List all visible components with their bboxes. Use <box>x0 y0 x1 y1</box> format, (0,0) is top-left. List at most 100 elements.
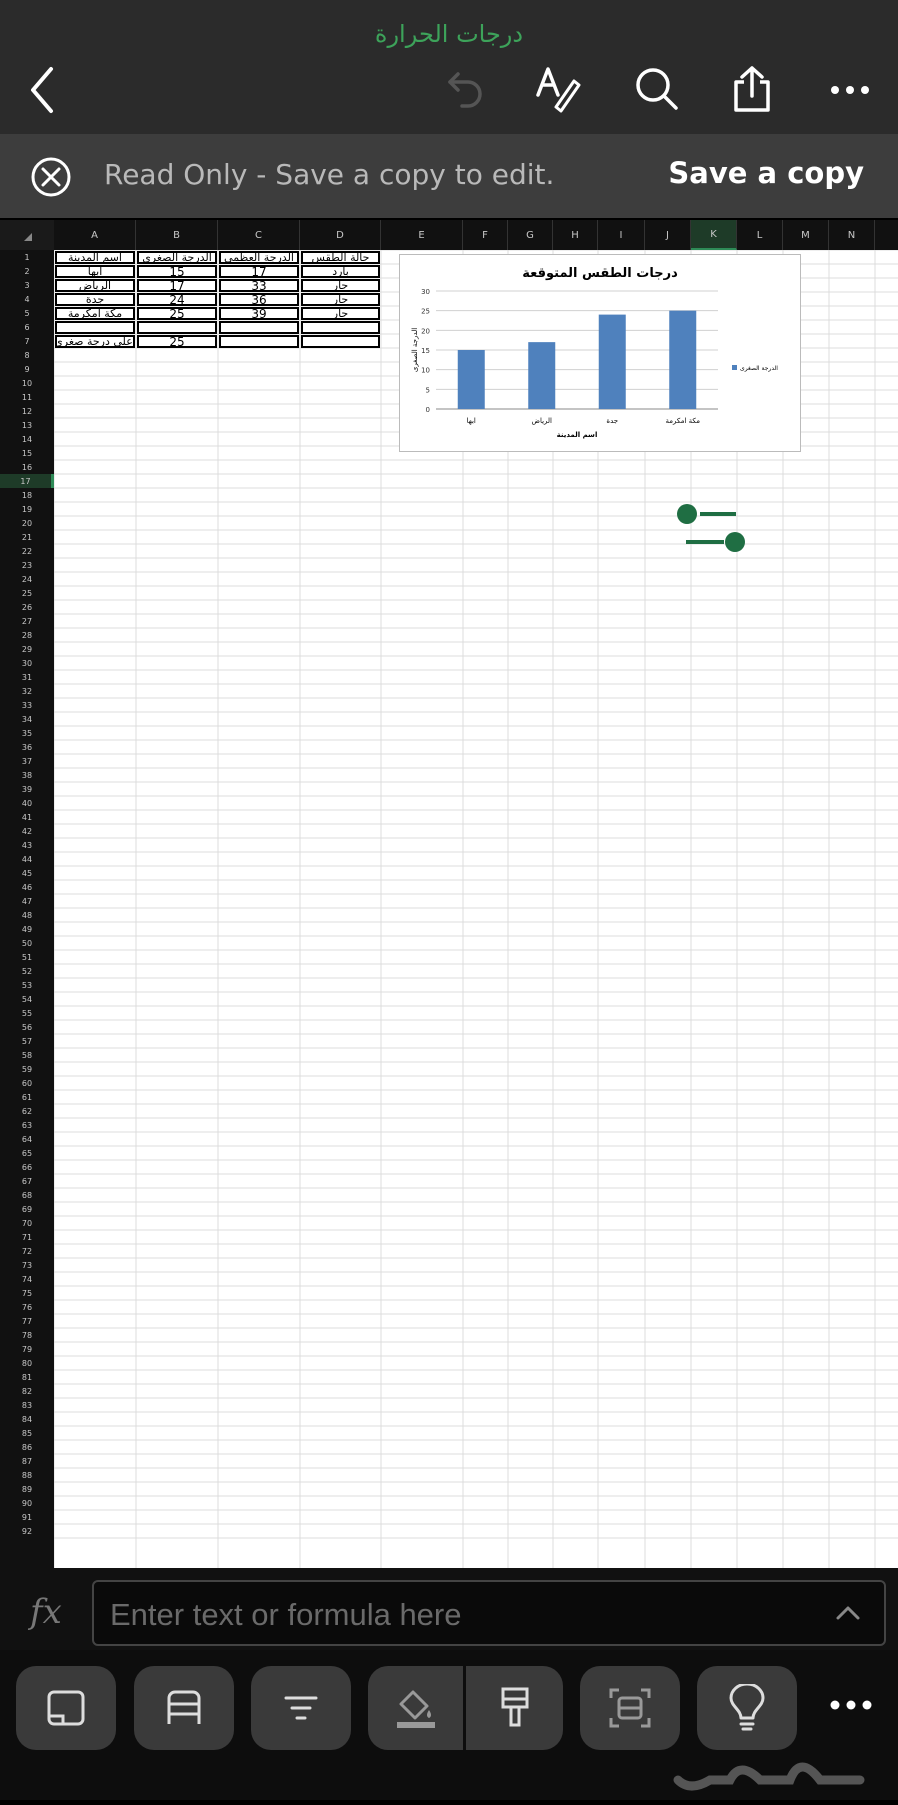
table-cell[interactable] <box>301 335 380 348</box>
row-header[interactable]: 30 <box>0 656 54 670</box>
row-header[interactable]: 7 <box>0 334 54 348</box>
row-header[interactable]: 5 <box>0 306 54 320</box>
row-header[interactable]: 38 <box>0 768 54 782</box>
row-header[interactable]: 42 <box>0 824 54 838</box>
row-header[interactable]: 60 <box>0 1076 54 1090</box>
row-header[interactable]: 31 <box>0 670 54 684</box>
row-header[interactable]: 91 <box>0 1510 54 1524</box>
column-header-i[interactable]: I <box>598 220 645 250</box>
row-header[interactable]: 27 <box>0 614 54 628</box>
row-header[interactable]: 51 <box>0 950 54 964</box>
formula-input[interactable] <box>108 1594 812 1636</box>
row-header[interactable]: 77 <box>0 1314 54 1328</box>
row-header[interactable]: 76 <box>0 1300 54 1314</box>
row-header[interactable]: 44 <box>0 852 54 866</box>
table-cell[interactable]: حار <box>301 293 380 306</box>
row-header[interactable]: 56 <box>0 1020 54 1034</box>
select-all-corner[interactable] <box>0 220 54 250</box>
formula-field[interactable] <box>92 1580 886 1646</box>
row-header[interactable]: 43 <box>0 838 54 852</box>
row-header[interactable]: 64 <box>0 1132 54 1146</box>
column-header-n[interactable]: N <box>829 220 875 250</box>
row-header[interactable]: 39 <box>0 782 54 796</box>
row-header[interactable]: 32 <box>0 684 54 698</box>
row-header[interactable]: 59 <box>0 1062 54 1076</box>
table-cell[interactable]: اعلى درجة صغرى <box>55 335 135 348</box>
table-cell[interactable]: 17 <box>219 265 299 278</box>
table-cell[interactable]: الدرجة العظمى <box>219 251 299 264</box>
fill-color-icon[interactable] <box>368 1666 463 1750</box>
row-header[interactable]: 26 <box>0 600 54 614</box>
table-cell[interactable] <box>137 321 217 334</box>
row-header[interactable]: 33 <box>0 698 54 712</box>
table-cell[interactable] <box>55 321 135 334</box>
row-header[interactable]: 40 <box>0 796 54 810</box>
table-cell[interactable]: جدة <box>55 293 135 306</box>
row-header[interactable]: 21 <box>0 530 54 544</box>
table-cell[interactable]: 17 <box>137 279 217 292</box>
table-cell[interactable] <box>301 321 380 334</box>
row-header[interactable]: 82 <box>0 1384 54 1398</box>
row-header[interactable]: 4 <box>0 292 54 306</box>
row-header[interactable]: 6 <box>0 320 54 334</box>
row-header[interactable]: 14 <box>0 432 54 446</box>
table-cell[interactable]: حار <box>301 307 380 320</box>
spreadsheet-grid[interactable]: ABCDEFGHIJKLMNO 123456789101112131415161… <box>0 220 898 1568</box>
row-header[interactable]: 2 <box>0 264 54 278</box>
row-header[interactable]: 83 <box>0 1398 54 1412</box>
table-cell[interactable]: 33 <box>219 279 299 292</box>
row-header[interactable]: 15 <box>0 446 54 460</box>
row-header[interactable]: 48 <box>0 908 54 922</box>
search-icon[interactable] <box>630 62 684 116</box>
column-header-h[interactable]: H <box>553 220 598 250</box>
table-cell[interactable]: حار <box>301 279 380 292</box>
table-cell[interactable]: 36 <box>219 293 299 306</box>
row-header[interactable]: 75 <box>0 1286 54 1300</box>
table-cell[interactable] <box>219 335 299 348</box>
more-icon[interactable] <box>822 72 878 108</box>
row-header[interactable]: 80 <box>0 1356 54 1370</box>
column-header-g[interactable]: G <box>508 220 553 250</box>
close-icon[interactable] <box>30 156 72 198</box>
column-header-b[interactable]: B <box>136 220 218 250</box>
row-header[interactable]: 87 <box>0 1454 54 1468</box>
row-header[interactable]: 18 <box>0 488 54 502</box>
column-header-m[interactable]: M <box>783 220 829 250</box>
row-header[interactable]: 88 <box>0 1468 54 1482</box>
row-header[interactable]: 35 <box>0 726 54 740</box>
table-cell[interactable]: 39 <box>219 307 299 320</box>
table-cell[interactable]: مكة امكرمة <box>55 307 135 320</box>
row-header[interactable]: 3 <box>0 278 54 292</box>
row-header[interactable]: 92 <box>0 1524 54 1538</box>
row-header[interactable]: 79 <box>0 1342 54 1356</box>
table-cell[interactable]: بارد <box>301 265 380 278</box>
row-header[interactable]: 11 <box>0 390 54 404</box>
row-header[interactable]: 70 <box>0 1216 54 1230</box>
row-header[interactable]: 16 <box>0 460 54 474</box>
row-header[interactable]: 89 <box>0 1482 54 1496</box>
row-header[interactable]: 1 <box>0 250 54 264</box>
row-header[interactable]: 13 <box>0 418 54 432</box>
row-header[interactable]: 49 <box>0 922 54 936</box>
row-header[interactable]: 34 <box>0 712 54 726</box>
table-cell[interactable]: حالة الطقس <box>301 251 380 264</box>
table-style-icon[interactable] <box>134 1666 234 1750</box>
row-header[interactable]: 90 <box>0 1496 54 1510</box>
row-header[interactable]: 50 <box>0 936 54 950</box>
row-header[interactable]: 81 <box>0 1370 54 1384</box>
row-header[interactable]: 45 <box>0 866 54 880</box>
row-header[interactable]: 74 <box>0 1272 54 1286</box>
row-header[interactable]: 19 <box>0 502 54 516</box>
column-header-d[interactable]: D <box>300 220 381 250</box>
save-copy-button[interactable]: Save a copy <box>668 156 864 190</box>
row-header[interactable]: 12 <box>0 404 54 418</box>
row-header[interactable]: 47 <box>0 894 54 908</box>
draw-icon[interactable] <box>532 62 584 116</box>
filter-icon[interactable] <box>251 1666 351 1750</box>
screenshot-icon[interactable] <box>580 1666 680 1750</box>
row-header[interactable]: 8 <box>0 348 54 362</box>
row-header[interactable]: 68 <box>0 1188 54 1202</box>
column-header-f[interactable]: F <box>463 220 508 250</box>
row-header[interactable]: 28 <box>0 628 54 642</box>
selection-handle-icon[interactable] <box>674 502 750 556</box>
